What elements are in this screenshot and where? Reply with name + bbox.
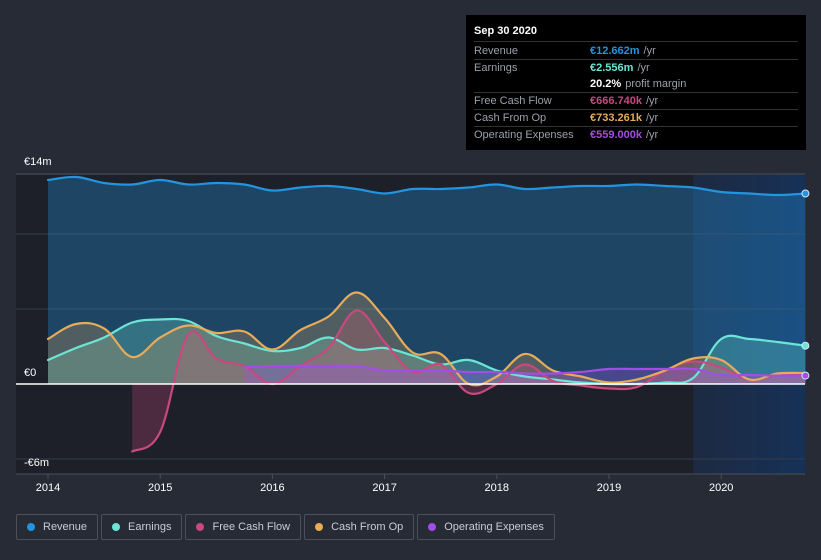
tooltip-value: €733.261k [590,112,642,124]
cash-from-op-dot-icon [315,523,324,531]
tooltip-row-cash-from-op: Cash From Op €733.261k /yr [474,110,798,127]
tooltip-row-revenue: Revenue €12.662m /yr [474,43,798,60]
tooltip-value: €2.556m [590,62,634,74]
tooltip-unit: profit margin [625,78,687,90]
legend-item-earnings[interactable]: Earnings [101,514,183,540]
tooltip-row-earnings: Earnings €2.556m /yr [474,60,798,76]
tooltip-row-profit-margin: 20.2% profit margin [474,76,798,93]
legend-label: Cash From Op [331,521,404,533]
legend-label: Free Cash Flow [212,521,291,533]
x-tick-label: 2014 [36,482,60,494]
tooltip-label: Free Cash Flow [474,95,552,107]
tooltip-value: €12.662m [590,45,640,57]
tooltip: Sep 30 2020 Revenue €12.662m /yr Earning… [466,15,806,150]
tooltip-date: Sep 30 2020 [474,23,798,42]
revenue-dot-icon [27,523,35,531]
y-tick-label: €14m [24,156,52,168]
tooltip-label: Cash From Op [474,112,547,124]
x-tick-label: 2018 [485,482,509,494]
earnings-dot-icon [112,523,121,531]
legend-item-operating-expenses[interactable]: Operating Expenses [417,514,555,540]
y-tick-label: -€6m [24,457,49,469]
operating-expenses-dot-icon [428,523,437,531]
tooltip-label: Revenue [474,45,519,57]
earnings-endpoint [801,341,810,350]
x-tick-label: 2015 [148,482,172,494]
tooltip-value: €559.000k [590,129,642,141]
tooltip-label: Earnings [474,62,518,74]
legend-label: Revenue [43,521,88,533]
x-tick-label: 2017 [372,482,396,494]
tooltip-value: 20.2% [590,78,622,90]
tooltip-label: Operating Expenses [474,129,574,141]
legend-item-free-cash-flow[interactable]: Free Cash Flow [185,514,302,540]
legend: Revenue Earnings Free Cash Flow Cash Fro… [16,514,555,540]
x-tick-label: 2019 [597,482,621,494]
legend-label: Operating Expenses [444,521,544,533]
legend-label: Earnings [128,521,172,533]
tooltip-value: €666.740k [590,95,642,107]
tooltip-unit: /yr [643,45,656,57]
tooltip-row-operating-expenses: Operating Expenses €559.000k /yr [474,127,798,143]
tooltip-row-free-cash-flow: Free Cash Flow €666.740k /yr [474,93,798,110]
tooltip-unit: /yr [646,129,659,141]
tooltip-unit: /yr [637,62,650,74]
x-tick-label: 2020 [709,482,733,494]
free-cash-flow-dot-icon [196,523,205,531]
revenue-endpoint [801,189,810,198]
legend-item-cash-from-op[interactable]: Cash From Op [304,514,415,540]
tooltip-unit: /yr [646,112,659,124]
legend-item-revenue[interactable]: Revenue [16,514,99,540]
tooltip-unit: /yr [646,95,659,107]
y-tick-label: €0 [24,367,36,379]
operating-expenses-endpoint [801,371,810,380]
tooltip-label [474,76,590,92]
x-tick-label: 2016 [260,482,284,494]
